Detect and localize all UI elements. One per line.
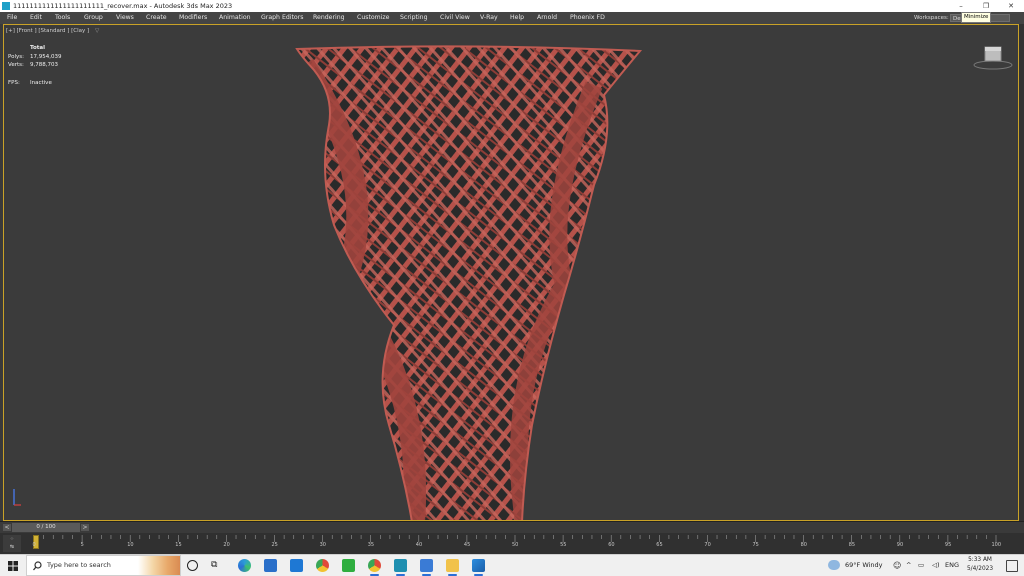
cortana-icon[interactable]	[187, 560, 198, 571]
chrome-icon[interactable]	[316, 559, 329, 572]
ruler-tick-label: 85	[848, 542, 856, 548]
ruler-tick-label: 100	[991, 542, 1002, 548]
ruler-tick-label: 0	[32, 542, 36, 548]
ruler-tick-label: 75	[752, 542, 759, 548]
ruler-tick-label: 70	[704, 542, 711, 548]
menu-graph-editors[interactable]: Graph Editors	[261, 12, 303, 24]
menu-create[interactable]: Create	[146, 12, 167, 24]
menu-arnold[interactable]: Arnold	[537, 12, 557, 24]
task-view-icon[interactable]: ⧉	[211, 561, 217, 570]
taskbar-clock[interactable]: 5:33 AM 5/4/2023	[960, 556, 1000, 574]
menu-scripting[interactable]: Scripting	[400, 12, 428, 24]
menu-rendering[interactable]: Rendering	[313, 12, 345, 24]
frame-ruler[interactable]: 0 5 10 15 20 25 30 35 40 45 50 55 60 65 70 75 80 85 90 95 10…	[32, 533, 1002, 554]
axis-gizmo-icon	[13, 489, 21, 506]
windows-start-icon[interactable]	[8, 561, 18, 571]
next-frame-button[interactable]: >	[81, 524, 89, 531]
menu-phoenix-fd[interactable]: Phoenix FD	[570, 12, 605, 24]
polys-value: 17,954,039	[30, 53, 62, 60]
restore-button[interactable]: ❐	[975, 0, 997, 12]
minimize-tooltip: Minimize	[961, 12, 992, 23]
search-icon	[33, 561, 42, 571]
title-bar: 1111111111111111111111_recover.max - Aut…	[0, 0, 1024, 12]
clock-time: 5:33 AM	[968, 557, 992, 563]
menu-file[interactable]: File	[7, 12, 17, 24]
app-icon[interactable]	[420, 559, 433, 572]
ruler-tick-label: 25	[271, 542, 278, 548]
search-placeholder: Type here to search	[47, 561, 111, 569]
ruler-tick-label: 60	[608, 542, 615, 548]
menu-animation[interactable]: Animation	[219, 12, 251, 24]
prev-frame-button[interactable]: <	[3, 524, 11, 531]
front-viewport[interactable]: [+] [Front ] [Standard ] [Clay ] ▽ Total…	[3, 24, 1019, 521]
menu-modifiers[interactable]: Modifiers	[179, 12, 207, 24]
viewport-label[interactable]: [+] [Front ] [Standard ] [Clay ] ▽	[6, 28, 99, 34]
funnel-icon[interactable]: ▽	[95, 28, 99, 34]
verts-value: 9,788,703	[30, 62, 58, 68]
ruler-tick-label: 90	[896, 542, 904, 548]
people-icon[interactable]: ☺	[893, 555, 901, 576]
ruler-tick-label: 50	[512, 542, 519, 548]
taskbar-search-box[interactable]: Type here to search	[26, 555, 181, 576]
ruler-tick-label: 65	[656, 542, 663, 548]
edge-icon[interactable]	[238, 559, 251, 572]
volume-icon[interactable]: ◁)	[932, 555, 940, 576]
tray-chevron-icon[interactable]: ^	[906, 555, 911, 576]
ruler-tick-label: 55	[560, 542, 567, 548]
windows-taskbar: Type here to search ⧉ 69°F Windy ☺ ^ ▭ ◁…	[0, 554, 1024, 576]
menu-edit[interactable]: Edit	[30, 12, 42, 24]
weather-icon[interactable]	[828, 560, 840, 570]
ruler-tick-label: 30	[319, 542, 326, 548]
camtasia-icon[interactable]	[342, 559, 355, 572]
minimize-button[interactable]: –	[950, 0, 972, 12]
time-slider-bar: < 0 / 100 >	[0, 521, 1024, 533]
ruler-tick-label: 40	[415, 542, 423, 548]
file-explorer-icon[interactable]	[446, 559, 459, 572]
chrome-profile-icon[interactable]	[368, 559, 381, 572]
menu-help[interactable]: Help	[510, 12, 524, 24]
search-highlight-art	[138, 556, 180, 575]
menu-vray[interactable]: V-Ray	[480, 12, 498, 24]
3dsmax-icon[interactable]	[394, 559, 407, 572]
menu-bar: File Edit Tools Group Views Create Modif…	[0, 12, 1024, 24]
ruler-tick-label: 80	[800, 542, 807, 548]
viewcube-icon[interactable]	[972, 45, 1014, 71]
polys-label: Polys:	[8, 53, 24, 60]
photos-icon[interactable]	[472, 559, 485, 572]
track-bar-toggle-icon[interactable]: ⁘ ↹	[3, 535, 21, 552]
time-slider[interactable]: 0 / 100	[12, 523, 80, 532]
menu-tools[interactable]: Tools	[55, 12, 70, 24]
ruler-tick-label: 5	[80, 542, 84, 548]
ruler-tick-label: 35	[367, 542, 375, 548]
menu-views[interactable]: Views	[116, 12, 134, 24]
viewport-statistics: Total Polys: 17,954,039 Verts: 9,788,703 F…	[8, 44, 62, 87]
ruler-tick-label: 10	[127, 542, 134, 548]
workspaces-label: Workspaces:	[914, 15, 949, 21]
window-title: 1111111111111111111111_recover.max - Aut…	[13, 2, 233, 10]
menu-group[interactable]: Group	[84, 12, 103, 24]
fps-label: FPS:	[8, 79, 20, 86]
ruler-tick-label: 95	[944, 542, 952, 548]
clock-date: 5/4/2023	[966, 566, 994, 572]
close-button[interactable]: ✕	[1000, 0, 1022, 12]
menu-customize[interactable]: Customize	[357, 12, 389, 24]
weather-text[interactable]: 69°F Windy	[845, 555, 883, 576]
right-edge	[1019, 24, 1024, 521]
ruler-tick-label: 20	[223, 542, 230, 548]
viewport-label-text[interactable]: [+] [Front ] [Standard ] [Clay ]	[6, 28, 89, 34]
fps-value: Inactive	[30, 79, 52, 86]
store-icon[interactable]	[264, 559, 277, 572]
menu-civil-view[interactable]: Civil View	[440, 12, 470, 24]
mail-icon[interactable]	[290, 559, 303, 572]
verts-label: Verts:	[8, 62, 24, 68]
ruler-tick-label: 15	[175, 542, 182, 548]
stats-header: Total	[30, 45, 46, 51]
track-bar[interactable]: ⁘ ↹ 0 5 10 15 20 25 30 35 40 45 50 55 60 65 70 75 80 85 90 9…	[0, 533, 1024, 554]
3dsmax-app-icon	[2, 2, 10, 10]
network-icon[interactable]: ▭	[918, 555, 924, 576]
language-indicator[interactable]: ENG	[945, 555, 959, 576]
vase-wireframe-model[interactable]	[4, 25, 1019, 521]
ruler-tick-label: 45	[463, 542, 471, 548]
notifications-icon[interactable]	[1006, 560, 1018, 572]
